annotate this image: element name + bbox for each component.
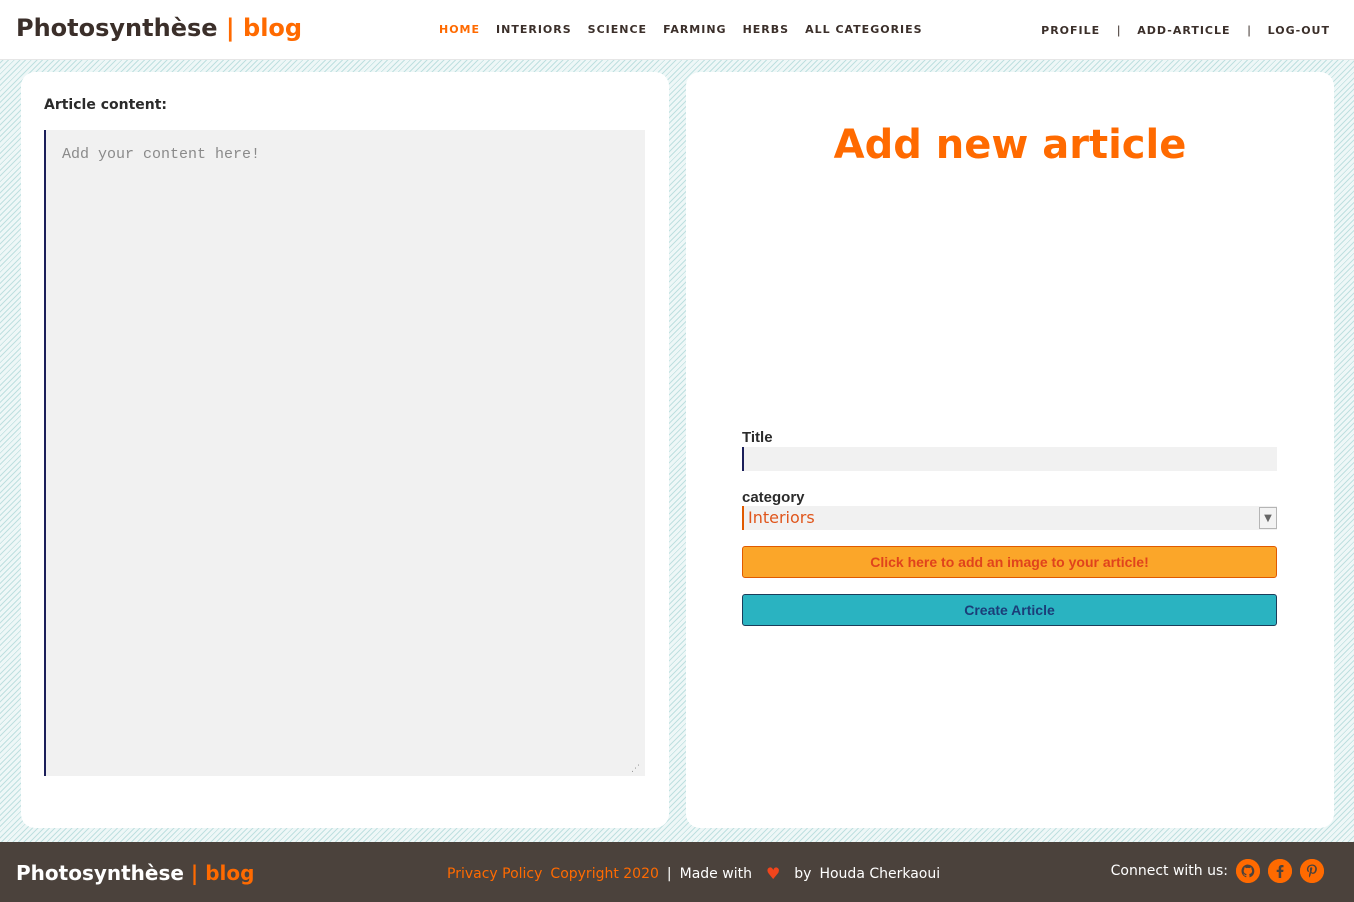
copyright-text: Copyright 2020: [550, 865, 659, 882]
main-nav: HOME INTERIORS SCIENCE FARMING HERBS ALL…: [439, 23, 939, 36]
chevron-down-icon[interactable]: ▼: [1259, 507, 1277, 529]
user-nav: PROFILE | ADD-ARTICLE | LOG-OUT: [1041, 23, 1330, 37]
pinterest-icon[interactable]: [1300, 859, 1324, 883]
nav-separator: |: [1117, 23, 1121, 37]
site-logo[interactable]: Photosynthèse | blog: [16, 14, 302, 42]
category-select[interactable]: Interiors ▼: [742, 506, 1277, 530]
footer-separator: |: [666, 865, 672, 882]
resize-handle-icon[interactable]: ⋰: [631, 764, 641, 774]
site-header: Photosynthèse | blog HOME INTERIORS SCIE…: [0, 0, 1354, 60]
nav-science[interactable]: SCIENCE: [588, 23, 647, 36]
privacy-policy-link[interactable]: Privacy Policy: [447, 866, 542, 882]
site-footer: Photosynthèse | blog Privacy Policy Copy…: [0, 842, 1354, 902]
create-article-button[interactable]: Create Article: [742, 594, 1277, 626]
nav-add-article[interactable]: ADD-ARTICLE: [1137, 24, 1230, 37]
github-icon[interactable]: [1236, 859, 1260, 883]
nav-all-categories[interactable]: ALL CATEGORIES: [805, 23, 923, 36]
nav-herbs[interactable]: HERBS: [743, 23, 790, 36]
brand-accent: | blog: [225, 14, 303, 42]
nav-interiors[interactable]: INTERIORS: [496, 23, 572, 36]
connect-label: Connect with us:: [1110, 863, 1228, 879]
nav-profile[interactable]: PROFILE: [1041, 24, 1100, 37]
made-with-text: Made with: [679, 865, 752, 882]
article-content-textarea[interactable]: [44, 130, 645, 776]
social-links: Connect with us:: [1111, 859, 1324, 883]
facebook-icon[interactable]: [1268, 859, 1292, 883]
by-text: by: [794, 865, 812, 882]
brand-name: Photosynthèse: [16, 14, 218, 42]
form-heading: Add new article: [833, 122, 1187, 168]
footer-brand-accent: | blog: [190, 861, 255, 885]
author-name: Houda Cherkaoui: [819, 865, 941, 882]
footer-brand-name: Photosynthèse: [16, 861, 184, 885]
add-image-button[interactable]: Click here to add an image to your artic…: [742, 546, 1277, 578]
article-content-panel: Article content: ⋰: [21, 72, 669, 828]
heart-icon: ♥: [765, 864, 781, 883]
nav-separator: |: [1247, 23, 1251, 37]
add-article-form-panel: Add new article Title category Interiors…: [686, 72, 1334, 828]
category-label: category: [742, 489, 805, 506]
title-label: Title: [742, 429, 773, 446]
category-selected-value: Interiors: [748, 508, 815, 527]
nav-home[interactable]: HOME: [439, 23, 480, 36]
title-input[interactable]: [742, 447, 1277, 471]
article-content-label: Article content:: [44, 97, 168, 113]
footer-info: Privacy Policy Copyright 2020 | Made wit…: [447, 864, 940, 883]
nav-farming[interactable]: FARMING: [663, 23, 727, 36]
nav-logout[interactable]: LOG-OUT: [1268, 24, 1330, 37]
footer-logo[interactable]: Photosynthèse | blog: [16, 861, 254, 885]
